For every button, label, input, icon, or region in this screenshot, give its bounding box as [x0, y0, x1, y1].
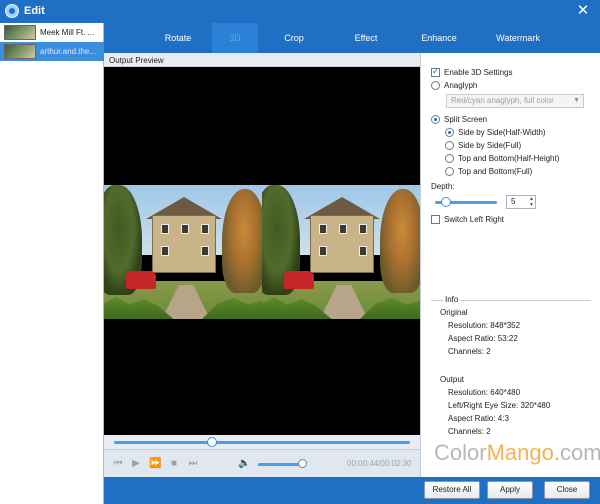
side-by-side-half-radio[interactable]	[445, 128, 454, 137]
tab-effect[interactable]: Effect	[330, 23, 402, 53]
original-resolution: Resolution: 848*352	[448, 321, 521, 330]
tab-rotate[interactable]: Rotate	[144, 23, 212, 53]
playback-time: 00:00:44/00:02:30	[347, 459, 412, 468]
settings-panel: Enable 3D Settings Anaglyph Red/cyan ana…	[420, 53, 600, 477]
skip-start-icon[interactable]: ⏮	[112, 458, 124, 470]
tab-bar: Rotate 3D Crop Effect Enhance Watermark	[104, 23, 600, 53]
play-icon[interactable]: ▶	[130, 458, 142, 470]
video-frame-left	[104, 185, 262, 319]
tab-3d[interactable]: 3D	[212, 23, 258, 53]
split-screen-label: Split Screen	[444, 115, 488, 124]
apply-button[interactable]: Apply	[487, 481, 533, 499]
top-bottom-half-radio[interactable]	[445, 154, 454, 163]
switch-left-right-checkbox[interactable]	[431, 215, 440, 224]
anaglyph-select[interactable]: Red/cyan anaglyph, full color ▼	[446, 94, 584, 108]
file-list-item-selected[interactable]: arthur.and.the...	[0, 42, 104, 61]
footer-bar: Restore All Apply Close	[104, 477, 600, 504]
watermark-part: .com	[553, 440, 600, 465]
output-aspect-ratio: Aspect Ratio: 4:3	[448, 414, 509, 423]
watermark-part: Color	[434, 440, 487, 465]
close-icon[interactable]: ✕	[574, 2, 592, 20]
enable-3d-label: Enable 3D Settings	[444, 68, 513, 77]
original-channels: Channels: 2	[448, 347, 491, 356]
depth-handle[interactable]	[441, 197, 451, 207]
video-thumbnail-icon	[4, 44, 36, 59]
depth-value: 5	[511, 197, 516, 206]
preview-header: Output Preview	[104, 53, 420, 67]
restore-all-button[interactable]: Restore All	[424, 481, 480, 499]
file-list: Meek Mill Ft. ... arthur.and.the...	[0, 23, 104, 504]
enable-3d-checkbox[interactable]	[431, 66, 440, 77]
side-by-side-full-label: Side by Side(Full)	[458, 141, 522, 150]
file-name: arthur.and.the...	[40, 47, 97, 56]
anaglyph-radio[interactable]	[431, 81, 440, 90]
volume-icon[interactable]: 🔈	[238, 458, 250, 470]
preview-title: Output Preview	[109, 56, 164, 65]
window-title: Edit	[24, 5, 45, 17]
file-list-item[interactable]: Meek Mill Ft. ...	[0, 23, 104, 42]
skip-end-icon[interactable]: ⏭	[187, 458, 199, 470]
fast-forward-icon[interactable]: ⏩	[149, 458, 161, 470]
video-thumbnail-icon	[4, 25, 36, 40]
volume-handle[interactable]	[298, 459, 308, 468]
seek-track[interactable]	[114, 441, 410, 444]
tab-enhance[interactable]: Enhance	[402, 23, 476, 53]
stop-icon[interactable]: ■	[168, 458, 180, 470]
top-bottom-full-label: Top and Bottom(Full)	[458, 167, 533, 176]
output-channels: Channels: 2	[448, 427, 491, 436]
top-bottom-full-radio[interactable]	[445, 167, 454, 176]
seek-handle[interactable]	[206, 437, 217, 447]
app-logo-icon	[5, 4, 19, 18]
tab-crop[interactable]: Crop	[258, 23, 330, 53]
top-bottom-half-label: Top and Bottom(Half-Height)	[458, 154, 560, 163]
playback-controls: ⏮ ▶ ⏩ ■ ⏭ 🔈 00:00:44/00:02:30	[104, 449, 420, 477]
output-heading: Output	[440, 375, 465, 384]
output-eye-size: Left/Right Eye Size: 320*480	[448, 401, 551, 410]
depth-spinner[interactable]: 5 ▲ ▼	[506, 195, 536, 209]
chevron-down-icon: ▼	[573, 97, 580, 104]
video-frame-right	[262, 185, 420, 319]
info-heading: Info	[443, 295, 461, 304]
anaglyph-select-value: Red/cyan anaglyph, full color	[451, 96, 554, 105]
tab-watermark[interactable]: Watermark	[476, 23, 560, 53]
split-screen-radio[interactable]	[431, 115, 440, 124]
close-button[interactable]: Close	[544, 481, 590, 499]
original-aspect-ratio: Aspect Ratio: 53:22	[448, 334, 518, 343]
side-by-side-half-label: Side by Side(Half-Width)	[458, 128, 546, 137]
original-heading: Original	[440, 308, 468, 317]
anaglyph-label: Anaglyph	[444, 81, 478, 90]
title-bar: Edit ✕	[0, 0, 600, 23]
watermark-part: Mango	[486, 440, 554, 465]
spinner-arrows-icon[interactable]: ▲ ▼	[529, 196, 534, 208]
side-by-side-full-radio[interactable]	[445, 141, 454, 150]
video-preview	[104, 67, 420, 435]
file-name: Meek Mill Ft. ...	[40, 28, 95, 37]
output-resolution: Resolution: 640*480	[448, 388, 521, 397]
seek-bar	[104, 435, 420, 449]
depth-label: Depth:	[431, 182, 455, 191]
switch-left-right-label: Switch Left Right	[444, 215, 505, 224]
watermark-logo: ColorMango.com	[434, 440, 600, 466]
